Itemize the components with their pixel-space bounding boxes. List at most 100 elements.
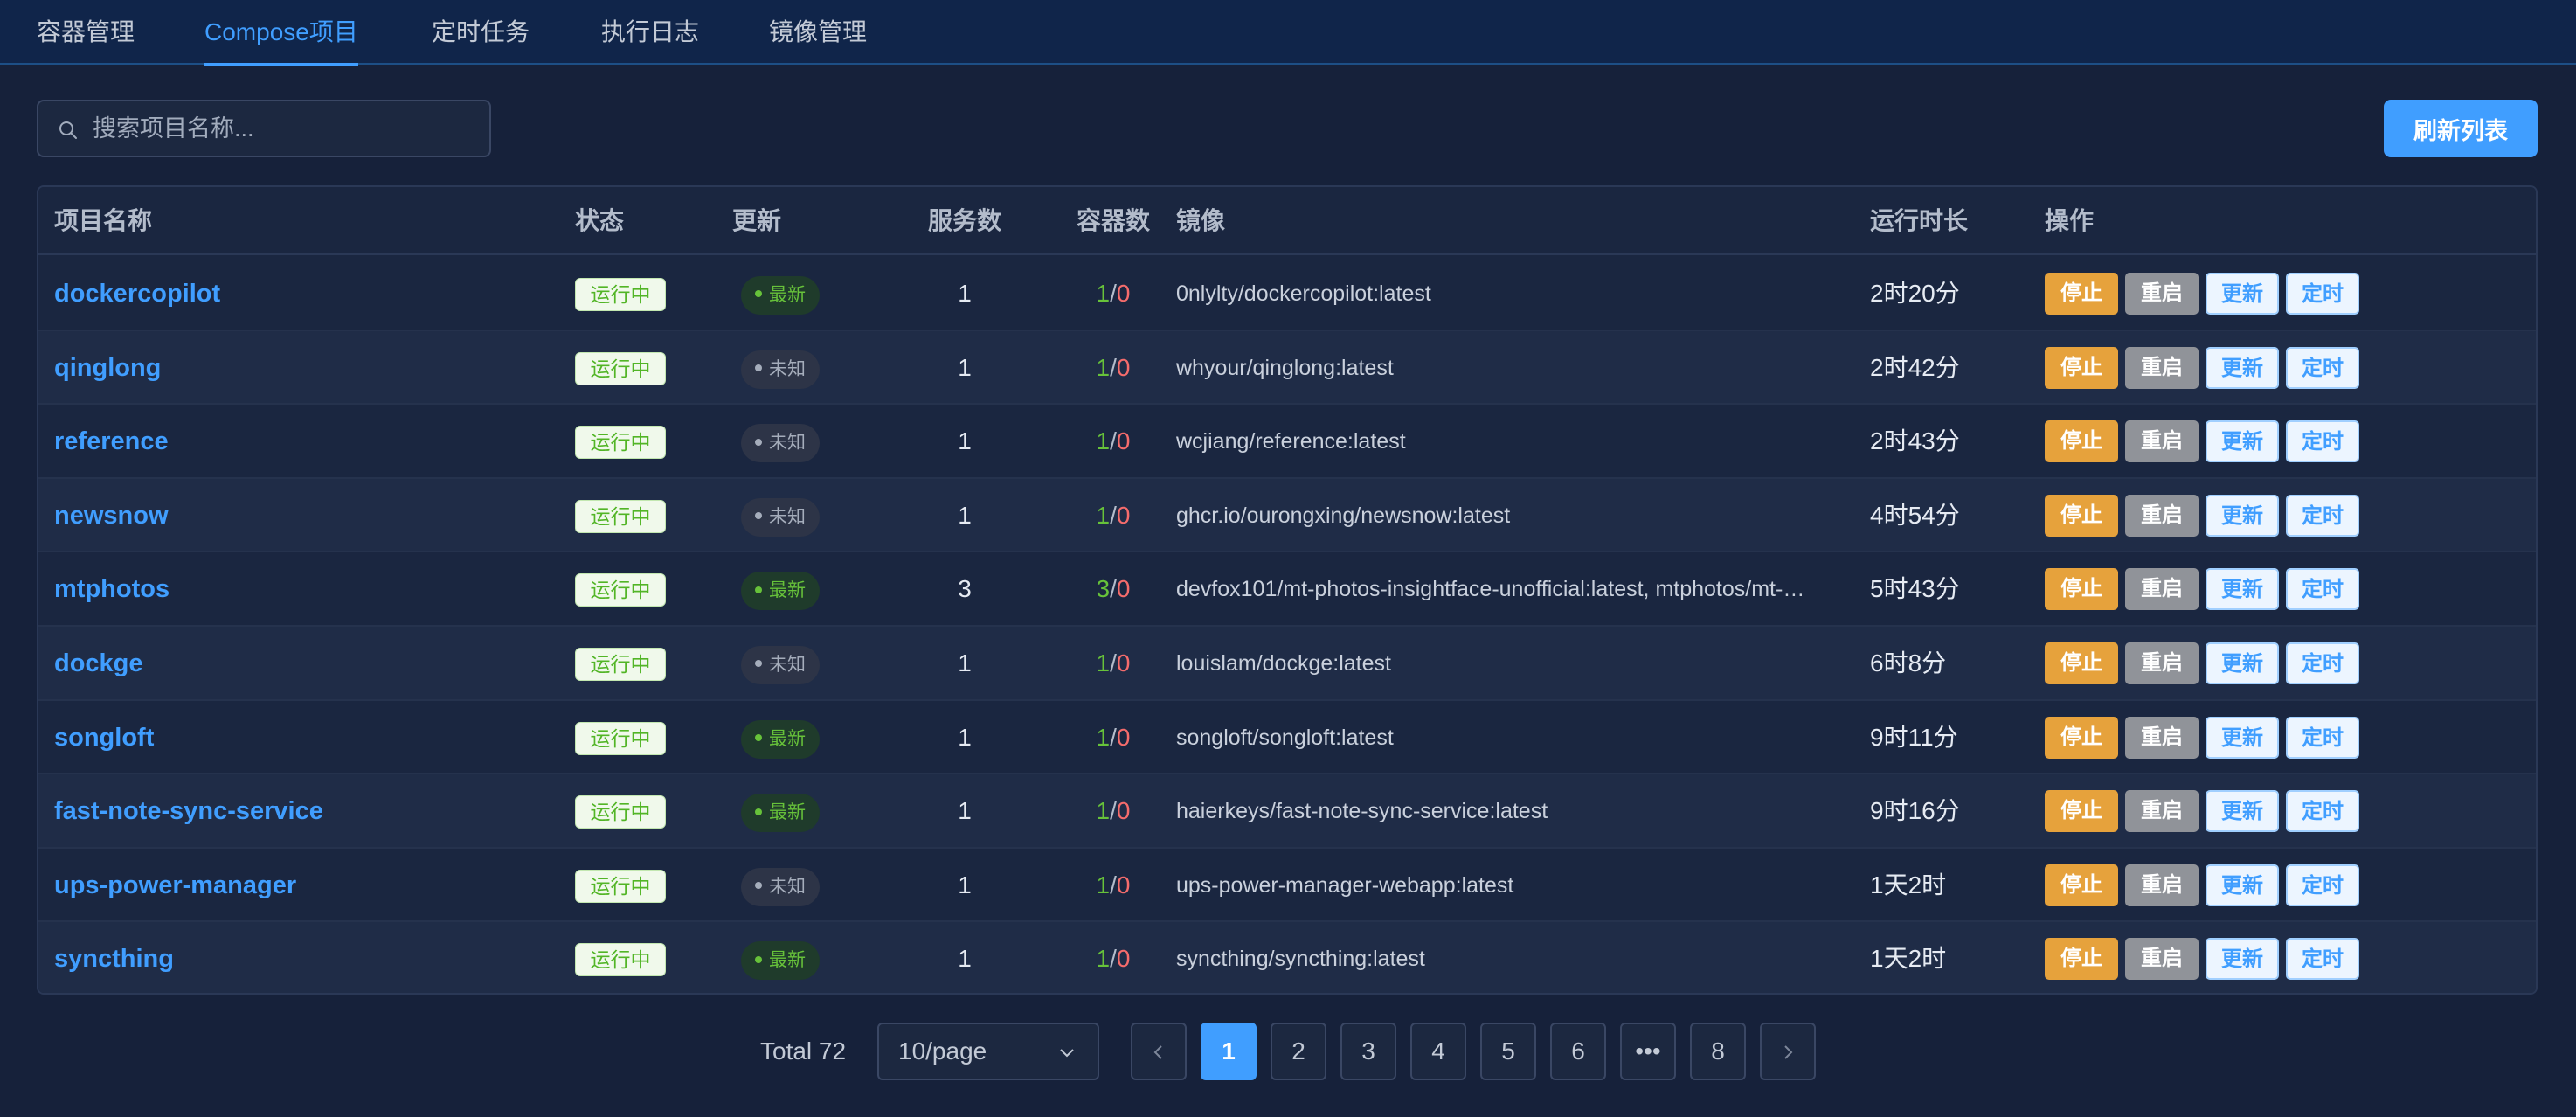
update-badge: 未知 [741,867,820,906]
restart-button[interactable]: 重启 [2125,568,2199,611]
project-name-link[interactable]: songloft [54,701,154,774]
page-button-6[interactable]: 6 [1550,1023,1606,1080]
running-containers: 1 [1096,723,1111,751]
schedule-button[interactable]: 定时 [2286,494,2359,537]
schedule-button[interactable]: 定时 [2286,864,2359,906]
page-button-2[interactable]: 2 [1271,1023,1326,1080]
header-uptime: 运行时长 [1870,207,1969,234]
status-dot-icon [755,438,762,446]
update-button[interactable]: 更新 [2206,716,2279,759]
stop-button[interactable]: 停止 [2045,273,2118,315]
stop-button[interactable]: 停止 [2045,938,2118,981]
stopped-containers: 0 [1116,945,1131,973]
schedule-button[interactable]: 定时 [2286,420,2359,463]
stop-button[interactable]: 停止 [2045,716,2118,759]
uptime: 9时16分 [1870,797,1960,825]
status-dot-icon [755,808,762,815]
restart-button[interactable]: 重启 [2125,642,2199,684]
running-containers: 1 [1096,280,1111,307]
project-name-link[interactable]: reference [54,405,169,478]
page-size-select[interactable]: 10/page [877,1023,1099,1080]
update-button[interactable]: 更新 [2206,864,2279,906]
schedule-button[interactable]: 定时 [2286,346,2359,389]
table-row: dockercopilot 运行中 最新 1 1/0 0nlylty/dockercopi… [38,257,2536,331]
restart-button[interactable]: 重启 [2125,716,2199,759]
search-input[interactable] [93,101,477,156]
count-separator: / [1110,871,1117,898]
count-separator: / [1110,575,1117,603]
tab-container-management[interactable]: 容器管理 [37,0,135,65]
tab-scheduled-tasks[interactable]: 定时任务 [432,0,530,65]
page-button-1[interactable]: 1 [1201,1023,1257,1080]
update-button[interactable]: 更新 [2206,420,2279,463]
restart-button[interactable]: 重启 [2125,273,2199,315]
restart-button[interactable]: 重启 [2125,938,2199,981]
stop-button[interactable]: 停止 [2045,420,2118,463]
container-count: 3/0 [1052,552,1174,626]
project-name-link[interactable]: dockge [54,627,143,700]
stop-button[interactable]: 停止 [2045,346,2118,389]
header-image: 镜像 [1176,207,1226,234]
search-box[interactable] [37,100,491,157]
update-button[interactable]: 更新 [2206,494,2279,537]
project-name-link[interactable]: ups-power-manager [54,849,296,922]
status-dot-icon [755,512,762,520]
compose-projects-table: 项目名称 状态 更新 服务数 容器数 镜像 运行时长 操作 dockercopi… [37,185,2538,995]
project-name-link[interactable]: mtphotos [54,552,170,626]
table-row: dockge 运行中 未知 1 1/0 louislam/dockge:latest 6时8… [38,626,2536,701]
stopped-containers: 0 [1116,649,1131,676]
update-label: 最新 [769,285,806,305]
update-button[interactable]: 更新 [2206,346,2279,389]
refresh-list-button[interactable]: 刷新列表 [2384,100,2538,157]
status-dot-icon [755,882,762,890]
project-name-link[interactable]: qinglong [54,331,161,405]
running-containers: 1 [1096,871,1111,898]
page-button-3[interactable]: 3 [1340,1023,1396,1080]
project-name-link[interactable]: newsnow [54,479,169,552]
image-name: louislam/dockge:latest [1176,650,1391,676]
more-pages-button[interactable]: ••• [1620,1023,1676,1080]
restart-button[interactable]: 重启 [2125,864,2199,906]
update-button[interactable]: 更新 [2206,273,2279,315]
tab-compose-projects[interactable]: Compose项目 [204,0,358,66]
stop-button[interactable]: 停止 [2045,642,2118,684]
update-button[interactable]: 更新 [2206,790,2279,833]
chevron-down-icon [1060,1049,1074,1058]
project-name-link[interactable]: fast-note-sync-service [54,774,323,848]
restart-button[interactable]: 重启 [2125,346,2199,389]
count-separator: / [1110,797,1117,825]
search-icon [59,121,77,139]
page-button-5[interactable]: 5 [1480,1023,1536,1080]
tab-execution-logs[interactable]: 执行日志 [601,0,699,65]
stop-button[interactable]: 停止 [2045,790,2118,833]
stop-button[interactable]: 停止 [2045,864,2118,906]
schedule-button[interactable]: 定时 [2286,790,2359,833]
schedule-button[interactable]: 定时 [2286,273,2359,315]
status-dot-icon [755,364,762,372]
update-button[interactable]: 更新 [2206,938,2279,981]
service-count: 3 [958,575,972,603]
restart-button[interactable]: 重启 [2125,420,2199,463]
schedule-button[interactable]: 定时 [2286,642,2359,684]
restart-button[interactable]: 重启 [2125,790,2199,833]
page-button-8[interactable]: 8 [1690,1023,1746,1080]
schedule-button[interactable]: 定时 [2286,938,2359,981]
uptime: 5时43分 [1870,575,1960,603]
page-button-4[interactable]: 4 [1410,1023,1466,1080]
tab-image-management[interactable]: 镜像管理 [769,0,867,65]
running-containers: 1 [1096,797,1111,825]
update-button[interactable]: 更新 [2206,568,2279,611]
schedule-button[interactable]: 定时 [2286,568,2359,611]
project-name-link[interactable]: syncthing [54,922,174,993]
stop-button[interactable]: 停止 [2045,568,2118,611]
status-dot-icon [755,290,762,298]
status-badge: 运行中 [575,499,666,533]
next-page-button[interactable] [1760,1023,1816,1080]
header-status: 状态 [575,207,625,234]
prev-page-button[interactable] [1131,1023,1187,1080]
update-button[interactable]: 更新 [2206,642,2279,684]
stop-button[interactable]: 停止 [2045,494,2118,537]
project-name-link[interactable]: dockercopilot [54,257,220,330]
schedule-button[interactable]: 定时 [2286,716,2359,759]
restart-button[interactable]: 重启 [2125,494,2199,537]
